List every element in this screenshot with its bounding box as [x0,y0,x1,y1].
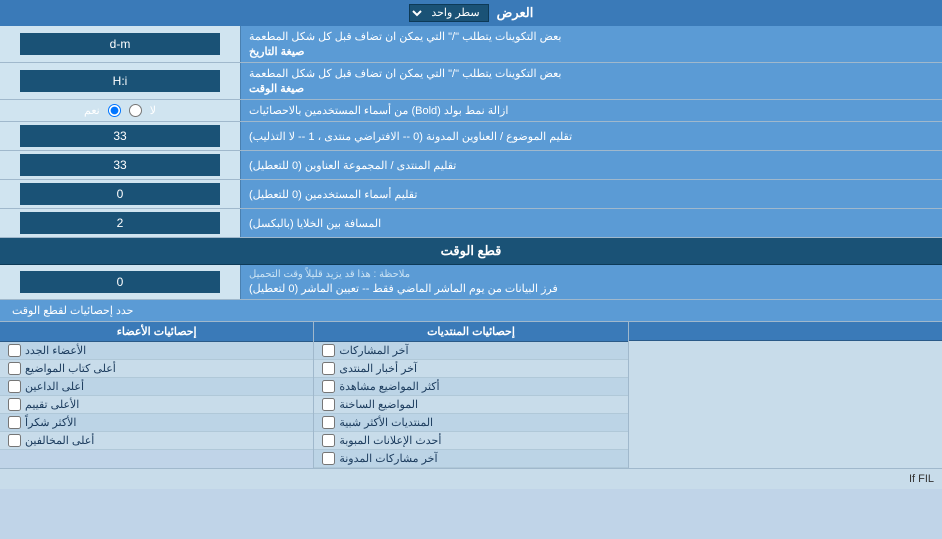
cb-member-2[interactable] [8,362,21,375]
checkbox-item-6: أحدث الإعلانات المبوبة [314,432,627,450]
checkbox-member-4: الأعلى تقييم [0,396,313,414]
username-trim-input[interactable] [20,183,220,205]
bold-remove-label: ازالة نمط بولد (Bold) من أسماء المستخدمي… [249,104,508,117]
date-format-label: صيغة التاريخ [249,45,304,58]
bold-no-radio[interactable] [129,104,142,117]
forum-stats-col: إحصائيات المنتديات آخر المشاركات آخر أخب… [313,322,627,468]
time-format-input-cell [0,63,240,99]
username-trim-row: تقليم أسماء المستخدمين (0 للتعطيل) [0,180,942,209]
checkbox-item-1: آخر المشاركات [314,342,627,360]
topic-order-label: تقليم الموضوع / العناوين المدونة (0 -- ا… [249,130,572,143]
checkbox-member-6: أعلى المخالفين [0,432,313,450]
cb-forum-7[interactable] [322,452,335,465]
checkbox-item-4: المواضيع الساخنة [314,396,627,414]
cb-forum-3[interactable] [322,380,335,393]
cutoff-input[interactable] [20,271,220,293]
bold-radio-group: لا نعم [84,104,156,117]
cb-member-6[interactable] [8,434,21,447]
time-format-sublabel: بعض التكوينات يتطلب "/" التي يمكن ان تضا… [249,67,561,80]
checkbox-item-3: أكثر المواضيع مشاهدة [314,378,627,396]
checkbox-member-5: الأكثر شكراً [0,414,313,432]
bold-remove-row: ازالة نمط بولد (Bold) من أسماء المستخدمي… [0,100,942,122]
date-format-input-cell [0,26,240,62]
cb-forum-1[interactable] [322,344,335,357]
forum-trim-row: تقليم المنتدى / المجموعة العناوين (0 للت… [0,151,942,180]
empty-col [628,322,942,468]
cell-spacing-input-cell [0,209,240,237]
time-format-row: بعض التكوينات يتطلب "/" التي يمكن ان تضا… [0,63,942,100]
checkbox-item-5: المنتديات الأكثر شبية [314,414,627,432]
cb-member-4[interactable] [8,398,21,411]
checkbox-member-2: أعلى كتاب المواضيع [0,360,313,378]
top-header-row: العرض سطر واحدسطرينثلاثة أسطر [0,0,942,26]
topic-order-row: تقليم الموضوع / العناوين المدونة (0 -- ا… [0,122,942,151]
username-trim-label-cell: تقليم أسماء المستخدمين (0 للتعطيل) [240,180,942,208]
member-stats-header: إحصائيات الأعضاء [0,322,313,342]
display-mode-select[interactable]: سطر واحدسطرينثلاثة أسطر [409,4,489,22]
date-format-input[interactable] [20,33,220,55]
cb-member-5[interactable] [8,416,21,429]
page-title: العرض [497,5,534,21]
forum-trim-label: تقليم المنتدى / المجموعة العناوين (0 للت… [249,159,456,172]
forum-trim-label-cell: تقليم المنتدى / المجموعة العناوين (0 للت… [240,151,942,179]
username-trim-label: تقليم أسماء المستخدمين (0 للتعطيل) [249,188,417,201]
time-format-label-cell: بعض التكوينات يتطلب "/" التي يمكن ان تضا… [240,63,942,99]
cell-spacing-row: المسافة بين الخلايا (بالبكسل) [0,209,942,238]
checkbox-member-3: أعلى الداعين [0,378,313,396]
forum-stats-header: إحصائيات المنتديات [314,322,627,342]
topic-order-input-cell [0,122,240,150]
if-fil-text: If FIL [0,468,942,489]
cb-member-3[interactable] [8,380,21,393]
cell-spacing-label-cell: المسافة بين الخلايا (بالبكسل) [240,209,942,237]
topic-order-input[interactable] [20,125,220,147]
checkbox-member-1: الأعضاء الجدد [0,342,313,360]
bold-yes-radio[interactable] [108,104,121,117]
bold-remove-input-cell: لا نعم [0,100,240,121]
date-format-sublabel: بعض التكوينات يتطلب "/" التي يمكن ان تضا… [249,30,561,43]
cutoff-note: ملاحظة : هذا قد يزيد قليلاً وقت التحميل [249,269,410,280]
forum-trim-input-cell [0,151,240,179]
time-format-label: صيغة الوقت [249,82,304,95]
bold-remove-label-cell: ازالة نمط بولد (Bold) من أسماء المستخدمي… [240,100,942,121]
cutoff-label: فرز البيانات من يوم الماشر الماضي فقط --… [249,282,558,295]
checkbox-item-2: آخر أخبار المنتدى [314,360,627,378]
main-container: العرض سطر واحدسطرينثلاثة أسطر بعض التكوي… [0,0,942,489]
member-stats-col: إحصائيات الأعضاء الأعضاء الجدد أعلى كتاب… [0,322,313,468]
cb-forum-6[interactable] [322,434,335,447]
cb-forum-4[interactable] [322,398,335,411]
cutoff-label-cell: ملاحظة : هذا قد يزيد قليلاً وقت التحميل … [240,265,942,299]
checkboxes-label-row: حدد إحصائيات لقطع الوقت [0,300,942,322]
empty-col-header [629,322,942,341]
checkboxes-grid: إحصائيات المنتديات آخر المشاركات آخر أخب… [0,322,942,468]
username-trim-input-cell [0,180,240,208]
cb-forum-2[interactable] [322,362,335,375]
topic-order-label-cell: تقليم الموضوع / العناوين المدونة (0 -- ا… [240,122,942,150]
cutoff-section-header: قطع الوقت [0,238,942,265]
forum-trim-input[interactable] [20,154,220,176]
checkbox-item-7: آخر مشاركات المدونة [314,450,627,468]
cb-forum-5[interactable] [322,416,335,429]
checkboxes-section-label: حدد إحصائيات لقطع الوقت [0,300,942,321]
cell-spacing-label: المسافة بين الخلايا (بالبكسل) [249,217,381,230]
bold-yes-label: نعم [84,104,100,117]
cell-spacing-input[interactable] [20,212,220,234]
bold-no-label: لا [150,104,156,117]
cutoff-input-cell [0,265,240,299]
date-format-label-cell: بعض التكوينات يتطلب "/" التي يمكن ان تضا… [240,26,942,62]
cb-member-1[interactable] [8,344,21,357]
date-format-row: بعض التكوينات يتطلب "/" التي يمكن ان تضا… [0,26,942,63]
cutoff-row: ملاحظة : هذا قد يزيد قليلاً وقت التحميل … [0,265,942,300]
time-format-input[interactable] [20,70,220,92]
